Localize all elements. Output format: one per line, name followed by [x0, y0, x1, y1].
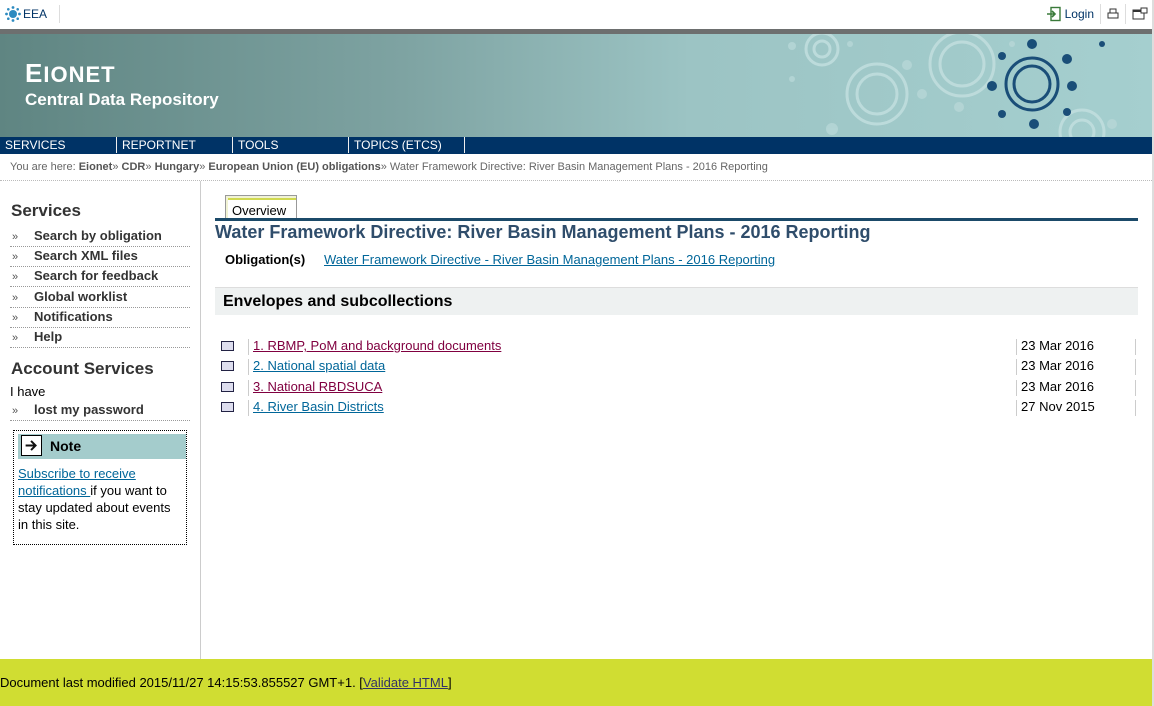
folder-icon [221, 361, 234, 371]
envelope-link[interactable]: 4. River Basin Districts [253, 399, 384, 414]
menu-item-tools[interactable]: TOOLS [233, 137, 349, 153]
services-heading: Services [11, 201, 81, 220]
sidebar-item-label: Search XML files [34, 248, 138, 263]
note-header: Note [18, 434, 186, 459]
footer: Document last modified 2015/11/27 14:15:… [0, 659, 1152, 706]
column-separator [1016, 339, 1017, 355]
breadcrumb-item-hungary[interactable]: Hungary [155, 161, 200, 173]
column-separator [248, 400, 249, 416]
sidebar-item-help[interactable]: » Help [10, 328, 190, 348]
raquo-icon: » [12, 231, 19, 243]
table-row: 2. National spatial data 23 Mar 2016 [215, 357, 1138, 377]
breadcrumb-prefix: You are here: [10, 161, 76, 173]
envelope-link[interactable]: 1. RBMP, PoM and background documents [253, 338, 501, 353]
table-row: 1. RBMP, PoM and background documents 23… [215, 337, 1138, 357]
fullscreen-icon [1132, 7, 1148, 20]
top-bar: EEA Login [0, 0, 1154, 29]
breadcrumb: You are here: Eionet» CDR» Hungary» Euro… [0, 153, 1152, 181]
envelope-date: 23 Mar 2016 [1021, 379, 1094, 394]
table-row: 3. National RBDSUCA 23 Mar 2016 [215, 378, 1138, 398]
page-title: Water Framework Directive: River Basin M… [215, 222, 871, 242]
validate-html-link[interactable]: Validate HTML [363, 675, 448, 690]
arrow-right-icon [21, 435, 42, 456]
eea-logo-icon [5, 6, 21, 22]
site-title[interactable]: EIONET [25, 58, 116, 89]
site-title-rest: IONET [43, 62, 116, 87]
login-label: Login [1064, 7, 1094, 21]
raquo-icon: » [12, 292, 19, 304]
eea-link[interactable]: EEA [5, 5, 61, 23]
raquo-icon: » [12, 405, 19, 417]
menu-item-services[interactable]: SERVICES [0, 137, 117, 153]
sidebar-item-search-by-obligation[interactable]: » Search by obligation [10, 227, 190, 247]
sidebar-item-label: Search by obligation [34, 228, 162, 243]
folder-icon [221, 341, 234, 351]
sidebar-item-label: Help [34, 329, 63, 344]
breadcrumb-current: Water Framework Directive: River Basin M… [389, 161, 768, 173]
sidebar-item-notifications[interactable]: » Notifications [10, 308, 190, 328]
fullscreen-button[interactable] [1125, 4, 1154, 24]
footer-text: Document last modified 2015/11/27 14:15:… [0, 675, 363, 690]
toolbox: Login [1040, 4, 1154, 24]
header-circles-decoration [788, 34, 1117, 137]
column-separator [248, 339, 249, 355]
eea-label: EEA [23, 7, 48, 21]
print-icon [1107, 8, 1119, 19]
envelope-date: 23 Mar 2016 [1021, 338, 1094, 353]
site-header: EIONET Central Data Repository [0, 29, 1152, 137]
login-icon [1046, 6, 1061, 22]
column-separator [1135, 339, 1136, 355]
obligation-link[interactable]: Water Framework Directive - River Basin … [324, 252, 775, 267]
breadcrumb-item-cdr[interactable]: CDR [122, 161, 146, 173]
sidebar-item-global-worklist[interactable]: » Global worklist [10, 288, 190, 308]
column-separator [1135, 380, 1136, 396]
column-separator [1016, 359, 1017, 375]
column-separator [1016, 400, 1017, 416]
obligation-label: Obligation(s) [225, 252, 306, 267]
breadcrumb-item-eu-obligations[interactable]: European Union (EU) obligations [208, 161, 380, 173]
envelope-link[interactable]: 2. National spatial data [253, 358, 385, 373]
tab-overview[interactable]: Overview [225, 195, 297, 221]
raquo-icon: » [12, 332, 19, 344]
column-separator [1135, 400, 1136, 416]
envelope-date: 23 Mar 2016 [1021, 358, 1094, 373]
column-separator [248, 359, 249, 375]
main-menu: SERVICES REPORTNET TOOLS TOPICS (ETCS) [0, 137, 1152, 154]
column-separator [1016, 380, 1017, 396]
folder-icon [221, 402, 234, 412]
footer-close: ] [447, 675, 452, 690]
i-have-text: I have [10, 384, 46, 399]
envelopes-heading-bar: Envelopes and subcollections [215, 287, 1138, 315]
sidebar-item-label: lost my password [34, 402, 144, 417]
table-row: 4. River Basin Districts 27 Nov 2015 [215, 398, 1138, 418]
login-button[interactable]: Login [1040, 4, 1100, 24]
note-body: Subscribe to receive notifications if yo… [18, 465, 183, 533]
sidebar-item-label: Notifications [34, 309, 113, 324]
site-subtitle: Central Data Repository [25, 90, 219, 109]
raquo-icon: » [12, 271, 19, 283]
column-separator [1135, 359, 1136, 375]
sidebar-item-lost-password[interactable]: » lost my password [10, 401, 190, 421]
envelope-date: 27 Nov 2015 [1021, 399, 1095, 414]
column-separator [248, 380, 249, 396]
sidebar-item-search-xml[interactable]: » Search XML files [10, 247, 190, 267]
sidebar-item-label: Global worklist [34, 289, 128, 304]
sidebar-item-search-feedback[interactable]: » Search for feedback [10, 267, 190, 287]
print-button[interactable] [1100, 4, 1125, 24]
note-box: Note Subscribe to receive notifications … [13, 430, 187, 545]
site-title-initial: E [25, 58, 44, 88]
menu-item-topics[interactable]: TOPICS (ETCS) [349, 137, 465, 153]
raquo-icon: » [12, 312, 19, 324]
menu-item-reportnet[interactable]: REPORTNET [117, 137, 233, 153]
breadcrumb-item-eionet[interactable]: Eionet [79, 161, 113, 173]
account-services-heading: Account Services [11, 359, 154, 378]
tab-underline [215, 218, 1138, 221]
note-title: Note [50, 438, 82, 454]
sidebar-item-label: Search for feedback [34, 268, 159, 283]
envelopes-heading: Envelopes and subcollections [223, 293, 453, 310]
raquo-icon: » [12, 251, 19, 263]
left-sidebar: Services » Search by obligation » Search X… [0, 181, 201, 659]
folder-icon [221, 382, 234, 392]
envelope-link[interactable]: 3. National RBDSUCA [253, 379, 382, 394]
